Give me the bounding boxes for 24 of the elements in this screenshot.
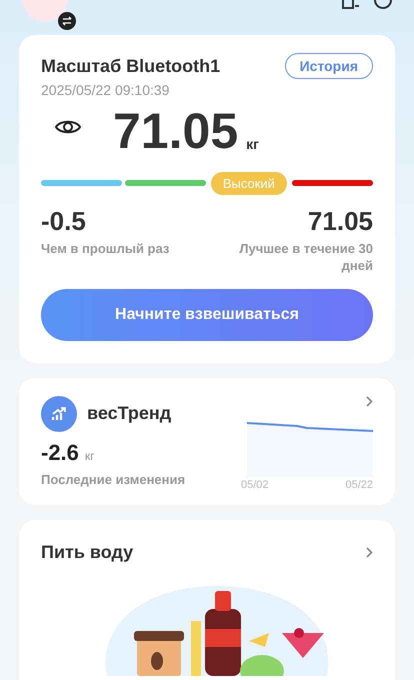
stat-label: Лучшее в течение 30 дней <box>238 241 373 275</box>
water-card[interactable]: Пить воду <box>19 520 395 680</box>
status-badge: Высокий <box>210 172 287 194</box>
weight-value: 71.05 <box>113 106 238 156</box>
change-unit: кг <box>84 448 95 463</box>
stat-label: Чем в прошлый раз <box>41 241 170 258</box>
scale-title: Масштаб Bluetooth1 <box>41 56 220 76</box>
trend-card[interactable]: весТренд -2.6 кг Последние изменения 05/02 05/22 <box>19 378 395 505</box>
chevron-right-icon[interactable] <box>366 396 373 407</box>
stat-value: -0.5 <box>41 206 87 237</box>
water-title: Пить воду <box>41 542 134 563</box>
chevron-right-icon[interactable] <box>366 546 373 558</box>
axis-label: 05/22 <box>345 478 373 491</box>
change-value: -2.6 <box>41 440 79 466</box>
start-weighing-button[interactable]: Начните взвешиваться <box>41 288 373 341</box>
change-caption: Последние изменения <box>41 472 186 487</box>
eye-icon[interactable] <box>55 118 81 136</box>
trend-chart-icon <box>41 396 77 432</box>
stat-value: 71.05 <box>308 206 373 237</box>
swap-icon[interactable] <box>58 12 76 30</box>
weight-unit: кг <box>246 136 259 152</box>
axis-label: 05/02 <box>241 478 269 491</box>
timestamp: 2025/05/22 09:10:39 <box>41 82 170 98</box>
trend-title: весТренд <box>87 403 172 424</box>
